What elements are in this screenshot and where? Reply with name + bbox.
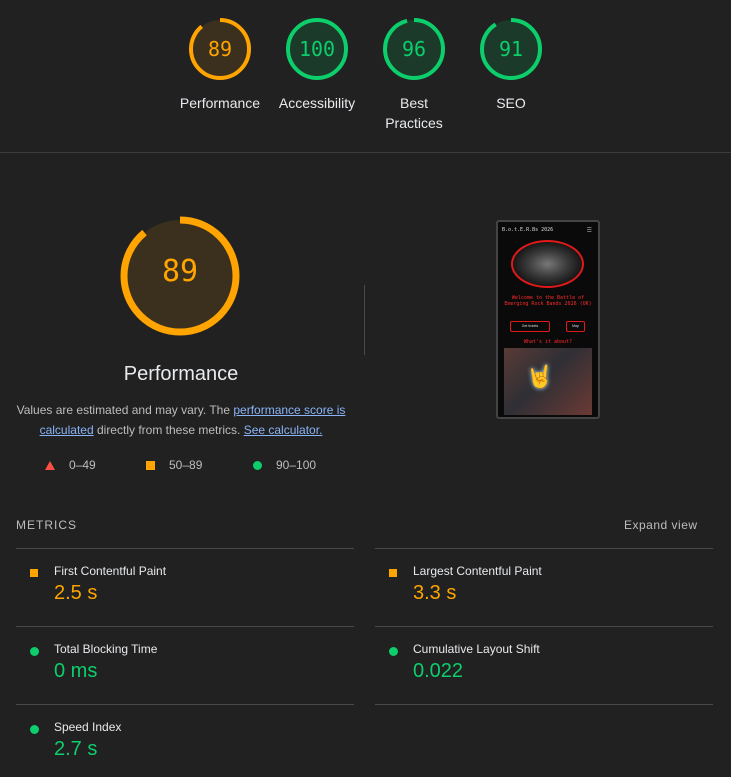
- score-summary: 89 Performance 100 Accessibility 96 Best…: [0, 0, 731, 152]
- triangle-icon: [45, 461, 55, 471]
- legend-label: 0–49: [69, 458, 96, 472]
- legend-fail: 0–49: [45, 458, 96, 472]
- hamburger-icon: ☰: [586, 227, 592, 234]
- performance-gauge-large: 89: [120, 216, 240, 336]
- metric-divider: [16, 626, 354, 627]
- metric-value: 3.3 s: [413, 582, 457, 604]
- gauge-best-practices[interactable]: 96 Best Practices: [366, 17, 462, 133]
- gauge-score: 100: [298, 37, 336, 61]
- desc-text: directly from these metrics.: [93, 423, 244, 437]
- gauge-performance[interactable]: 89 Performance: [172, 17, 268, 113]
- gauge-score: 89: [207, 37, 233, 61]
- site-header: B.o.t.E.R.Bs 2026 ☰: [502, 227, 594, 236]
- site-title: B.o.t.E.R.Bs 2026: [502, 227, 554, 233]
- square-icon: [146, 461, 155, 471]
- metric-divider: [16, 548, 354, 549]
- metrics-heading: METRICS: [16, 518, 77, 532]
- legend-average: 50–89: [146, 458, 202, 472]
- gauge-seo[interactable]: 91 SEO: [463, 17, 559, 113]
- map-button: Map: [566, 321, 585, 332]
- metric-name: Speed Index: [54, 720, 122, 734]
- gauge-score: 96: [401, 37, 427, 61]
- performance-score: 89: [161, 254, 199, 289]
- section-divider: [0, 152, 731, 153]
- desc-text: Values are estimated and may vary. The: [16, 403, 234, 417]
- hero-image: [511, 240, 584, 288]
- legend-label: 90–100: [276, 458, 317, 472]
- metric-name: Largest Contentful Paint: [413, 564, 542, 578]
- metric-divider: [375, 548, 713, 549]
- tickets-button: Get tickets: [510, 321, 550, 332]
- metric-name: Cumulative Layout Shift: [413, 642, 540, 656]
- pass-circle-icon: [389, 647, 398, 656]
- metric-value: 0 ms: [54, 660, 98, 682]
- gauge-accessibility[interactable]: 100 Accessibility: [269, 17, 365, 113]
- performance-description: Values are estimated and may vary. The p…: [15, 400, 347, 440]
- gauge-label: SEO: [496, 95, 526, 111]
- pass-circle-icon: [30, 725, 39, 734]
- metric-value: 2.5 s: [54, 582, 98, 604]
- gauge-label: Performance: [179, 95, 261, 111]
- about-heading: What's it about?: [523, 339, 573, 345]
- neon-photo: 🤘: [504, 348, 592, 415]
- metric-divider: [375, 704, 713, 705]
- metric-value: 2.7 s: [54, 738, 98, 760]
- metric-divider: [16, 704, 354, 705]
- metric-value: 0.022: [413, 660, 464, 682]
- performance-title: Performance: [123, 363, 239, 385]
- metric-name: First Contentful Paint: [54, 564, 167, 578]
- see-calculator-link[interactable]: See calculator.: [244, 423, 323, 437]
- gauge-label: Best Practices: [385, 95, 443, 131]
- legend-label: 50–89: [169, 458, 203, 472]
- gauge-label: Accessibility: [278, 95, 356, 111]
- legend-pass: 90–100: [253, 458, 316, 472]
- metric-divider: [375, 626, 713, 627]
- expand-view-toggle[interactable]: Expand view: [624, 518, 698, 532]
- rock-hand-icon: 🤘: [526, 364, 554, 389]
- average-square-icon: [389, 569, 397, 577]
- average-square-icon: [30, 569, 38, 577]
- circle-icon: [253, 461, 262, 471]
- gauge-score: 91: [498, 37, 524, 61]
- welcome-heading: Welcome to the Battle of Emerging Rock B…: [504, 295, 592, 307]
- final-screenshot[interactable]: B.o.t.E.R.Bs 2026 ☰ Welcome to the Battl…: [496, 220, 600, 419]
- pass-circle-icon: [30, 647, 39, 656]
- vertical-divider: [364, 285, 365, 355]
- metric-name: Total Blocking Time: [54, 642, 158, 656]
